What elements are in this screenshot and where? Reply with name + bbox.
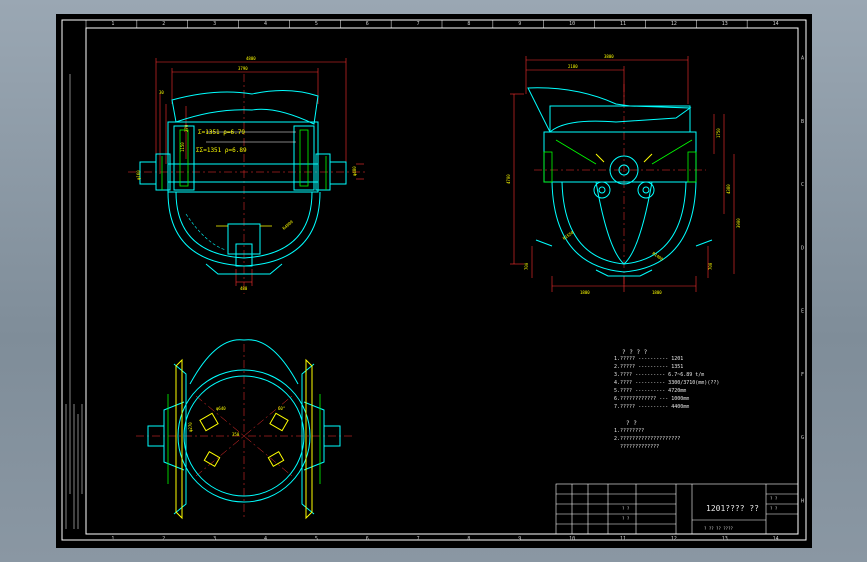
tb-cell-4: ? ? xyxy=(770,506,778,511)
zone-number-top: 10 xyxy=(569,536,575,542)
zone-number-top: 3 xyxy=(213,536,216,542)
title-block-grid xyxy=(555,483,799,535)
zone-number-top: 4 xyxy=(264,21,267,27)
notes-title: ? ? ? ? xyxy=(622,349,648,356)
zone-number-top: 8 xyxy=(467,536,470,542)
front-dim-left-a: 30 xyxy=(159,90,164,95)
zone-number-top: 10 xyxy=(569,21,575,27)
inner-border xyxy=(85,27,799,535)
front-label-2: ΣΣ=1351 ρ=6.89 xyxy=(196,147,247,154)
tb-cell-2: ? ? xyxy=(622,516,630,521)
zone-number-top: 3 xyxy=(213,21,216,27)
note-line-2: 2.????? ---------- 1351 xyxy=(614,364,684,370)
zone-letter-side: H xyxy=(801,498,804,504)
side-dim-half: 2180 xyxy=(568,64,578,69)
zone-number-top: 7 xyxy=(417,536,420,542)
note-line-3: 3.???? ---------- 6.7~6.89 t/m xyxy=(614,372,705,378)
note2-line-2: 2.???????????????????? xyxy=(614,436,681,442)
zone-number-top: 2 xyxy=(162,21,165,27)
note-line-5: 5.???? ---------- 4720mm xyxy=(614,388,687,394)
front-dim-width: 4800 xyxy=(246,56,256,61)
zone-letter-side: A xyxy=(801,56,804,62)
note2-line-1: 1.???????? xyxy=(614,428,645,434)
zone-number-top: 13 xyxy=(722,536,728,542)
zone-letter-side: D xyxy=(801,245,804,251)
zone-number-top: 9 xyxy=(518,21,521,27)
company-name: ? ?? ?? ???? xyxy=(704,526,733,531)
zone-number-top: 14 xyxy=(773,21,779,27)
zone-number-top: 5 xyxy=(315,21,318,27)
zone-number-top: 1 xyxy=(111,21,114,27)
zone-number-top: 8 xyxy=(467,21,470,27)
plan-angle: 60° xyxy=(278,406,285,411)
cad-drawing-sheet: 11223344556677889910101111121213131414AB… xyxy=(61,19,807,542)
side-radius-b: R1400 xyxy=(651,251,664,262)
front-dim-inner: 3790 xyxy=(238,66,248,71)
zone-number-top: 9 xyxy=(518,536,521,542)
drawing-paper: 1 1 2 2 3 3 4 4 5 5 6 6 7 7 8 8 9 9 10 10 11 11 12 12 13 13 14 14 A B… xyxy=(56,14,812,548)
drawing-title: 1201???? ?? xyxy=(706,504,759,513)
front-radius: R4800 xyxy=(281,219,294,231)
zone-letter-side: F xyxy=(801,372,804,378)
binding-strip xyxy=(65,74,83,529)
front-dim-right-b: φ160 xyxy=(136,170,141,180)
zone-letter-side: E xyxy=(801,309,804,315)
tb-cell-1: ? ? xyxy=(622,506,630,511)
zone-number-top: 1 xyxy=(111,536,114,542)
plan-dim-a: φ640 xyxy=(216,406,226,411)
side-dim-bottom-a: 1800 xyxy=(580,290,590,295)
front-dim-left-c: 1150 xyxy=(180,142,185,152)
zone-number-top: 5 xyxy=(315,536,318,542)
zone-number-top: 6 xyxy=(366,536,369,542)
zone-number-top: 2 xyxy=(162,536,165,542)
zone-letter-side: C xyxy=(801,182,804,188)
note-line-1: 1.????? ---------- 1201 xyxy=(614,356,684,362)
side-dim-small-b: 700 xyxy=(708,262,713,270)
side-dim-right-a: 1750 xyxy=(716,128,721,138)
front-dim-left-b: 270 xyxy=(184,124,189,132)
plan-dim-c: φ270 xyxy=(188,422,193,432)
zone-number-top: 7 xyxy=(417,21,420,27)
note-line-6: 6.???????????? --- 1000mm xyxy=(614,396,690,402)
zone-number-top: 12 xyxy=(671,536,677,542)
tb-cell-3: ? ? xyxy=(770,496,778,501)
zone-number-top: 11 xyxy=(620,536,626,542)
note-line-7: 7.????? ---------- 4400mm xyxy=(614,404,690,410)
side-dim-small-a: 700 xyxy=(524,262,529,270)
side-dim-bottom-b: 1800 xyxy=(652,290,662,295)
zone-ticks: 11223344556677889910101111121213131414AB… xyxy=(85,20,804,542)
zone-number-top: 14 xyxy=(773,536,779,542)
outer-border xyxy=(61,19,807,541)
side-dim-right-c: 3900 xyxy=(736,218,741,228)
zone-number-top: 12 xyxy=(671,21,677,27)
notes-title-2: ? ? xyxy=(626,420,637,427)
side-dim-width: 3800 xyxy=(604,54,614,59)
zone-number-top: 4 xyxy=(264,536,267,542)
front-view: Σ=1351 ρ=6.79 ΣΣ=1351 ρ=6.89 4800 3790 3… xyxy=(128,56,366,294)
zone-number-top: 6 xyxy=(366,21,369,27)
zone-number-top: 11 xyxy=(620,21,626,27)
side-view: 3800 2180 4700 1750 4380 3900 1800 1800 … xyxy=(506,54,741,295)
side-dim-right-b: 4380 xyxy=(726,184,731,194)
front-dim-bottom: 480 xyxy=(240,286,248,291)
note-line-4: 4.???? ---------- 3300/3710(mm)(??) xyxy=(614,380,720,386)
plan-dim-b: 350 xyxy=(232,432,240,437)
side-dim-height: 4700 xyxy=(506,174,511,184)
zone-number-top: 13 xyxy=(722,21,728,27)
plan-view: φ640 350 φ270 60° xyxy=(136,339,354,520)
zone-letter-side: G xyxy=(801,435,804,441)
zone-letter-side: B xyxy=(801,119,804,125)
front-label-1: Σ=1351 ρ=6.79 xyxy=(198,129,245,136)
front-dim-right-a: φ480 xyxy=(352,166,357,176)
note2-line-3: ????????????? xyxy=(614,444,660,450)
